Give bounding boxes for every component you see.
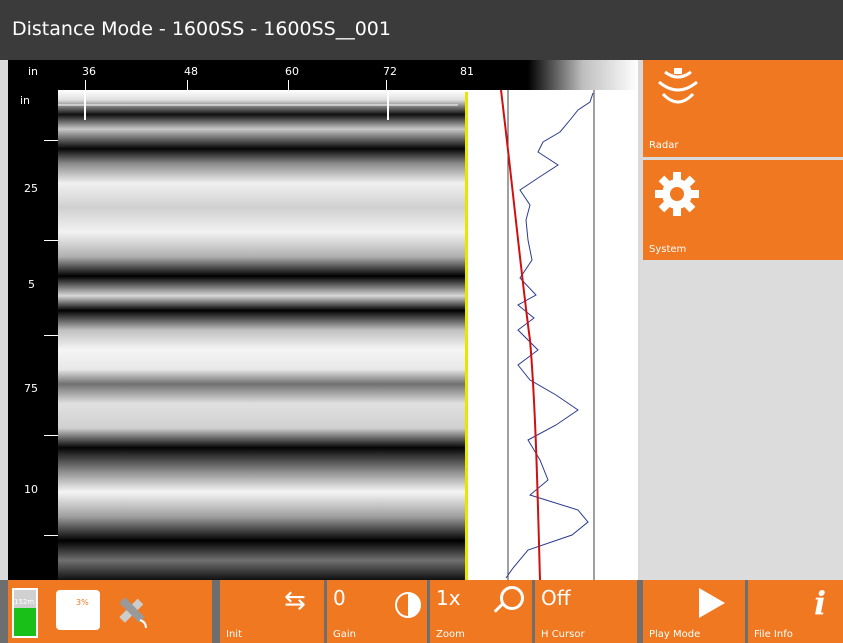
fit-curve bbox=[500, 90, 541, 580]
file-info-label: File Info bbox=[754, 629, 793, 640]
scan-bands bbox=[58, 90, 468, 580]
depth-label: 5 bbox=[28, 278, 35, 291]
ruler-label: 81 bbox=[460, 65, 474, 78]
waveform-panel bbox=[468, 90, 638, 580]
depth-label: 10 bbox=[24, 483, 38, 496]
depth-tick bbox=[44, 240, 58, 241]
depth-tick bbox=[44, 140, 58, 141]
depth-unit: in bbox=[20, 94, 31, 107]
h-cursor-button[interactable]: Off H Cursor bbox=[535, 580, 637, 643]
depth-label: 75 bbox=[24, 382, 38, 395]
h-cursor-label: H Cursor bbox=[541, 629, 585, 640]
init-button[interactable]: ⇆ Init bbox=[220, 580, 324, 643]
radar-icon bbox=[658, 68, 698, 104]
ruler-label: 60 bbox=[285, 65, 299, 78]
init-label: Init bbox=[226, 629, 242, 640]
ruler-label: 48 bbox=[184, 65, 198, 78]
play-icon bbox=[699, 588, 725, 618]
zoom-label: Zoom bbox=[436, 629, 465, 640]
ruler-tick bbox=[288, 80, 289, 90]
window-title: Distance Mode - 1600SS - 1600SS__001 bbox=[12, 18, 391, 40]
ruler-label: 36 bbox=[82, 65, 96, 78]
battery-text: 152m bbox=[14, 598, 35, 606]
status-area: 152m 3% bbox=[8, 580, 212, 643]
system-tile[interactable]: System bbox=[643, 160, 843, 260]
ruler-tick bbox=[85, 80, 86, 90]
depth-axis: in 25 5 75 10 bbox=[8, 90, 58, 580]
magnifier-icon bbox=[500, 586, 524, 610]
side-panel-empty bbox=[640, 260, 843, 580]
zoom-value: 1x bbox=[436, 586, 461, 610]
zoom-button[interactable]: 1x Zoom bbox=[430, 580, 532, 643]
info-icon: i bbox=[814, 584, 827, 622]
gain-value: 0 bbox=[333, 586, 346, 610]
gear-icon bbox=[655, 172, 699, 216]
play-mode-label: Play Mode bbox=[649, 629, 701, 640]
system-label: System bbox=[649, 244, 687, 255]
ruler-tick bbox=[386, 80, 387, 90]
radar-tile[interactable]: Radar bbox=[643, 60, 843, 157]
storage-text: 3% bbox=[76, 598, 89, 607]
depth-label: 25 bbox=[24, 182, 38, 195]
ruler-tick bbox=[187, 80, 188, 90]
h-cursor-value: Off bbox=[541, 586, 571, 610]
contrast-icon bbox=[395, 592, 421, 618]
ruler-unit: in bbox=[28, 65, 39, 78]
title-bar: Distance Mode - 1600SS - 1600SS__001 bbox=[0, 0, 843, 60]
file-info-button[interactable]: i File Info bbox=[748, 580, 843, 643]
gps-satellite-icon bbox=[112, 590, 152, 630]
depth-tick bbox=[44, 335, 58, 336]
battery-icon: 152m bbox=[12, 588, 38, 638]
ruler-label: 72 bbox=[383, 65, 397, 78]
gain-button[interactable]: 0 Gain bbox=[327, 580, 427, 643]
radar-scan-image[interactable] bbox=[58, 90, 468, 580]
storage-icon: 3% bbox=[56, 590, 100, 630]
play-mode-button[interactable]: Play Mode bbox=[643, 580, 745, 643]
gain-label: Gain bbox=[333, 629, 356, 640]
depth-tick bbox=[44, 535, 58, 536]
waveform-trace bbox=[505, 92, 594, 579]
depth-tick bbox=[44, 435, 58, 436]
swap-icon: ⇆ bbox=[284, 586, 306, 616]
distance-ruler: in 36 48 60 72 81 bbox=[8, 60, 638, 90]
radar-label: Radar bbox=[649, 140, 679, 151]
